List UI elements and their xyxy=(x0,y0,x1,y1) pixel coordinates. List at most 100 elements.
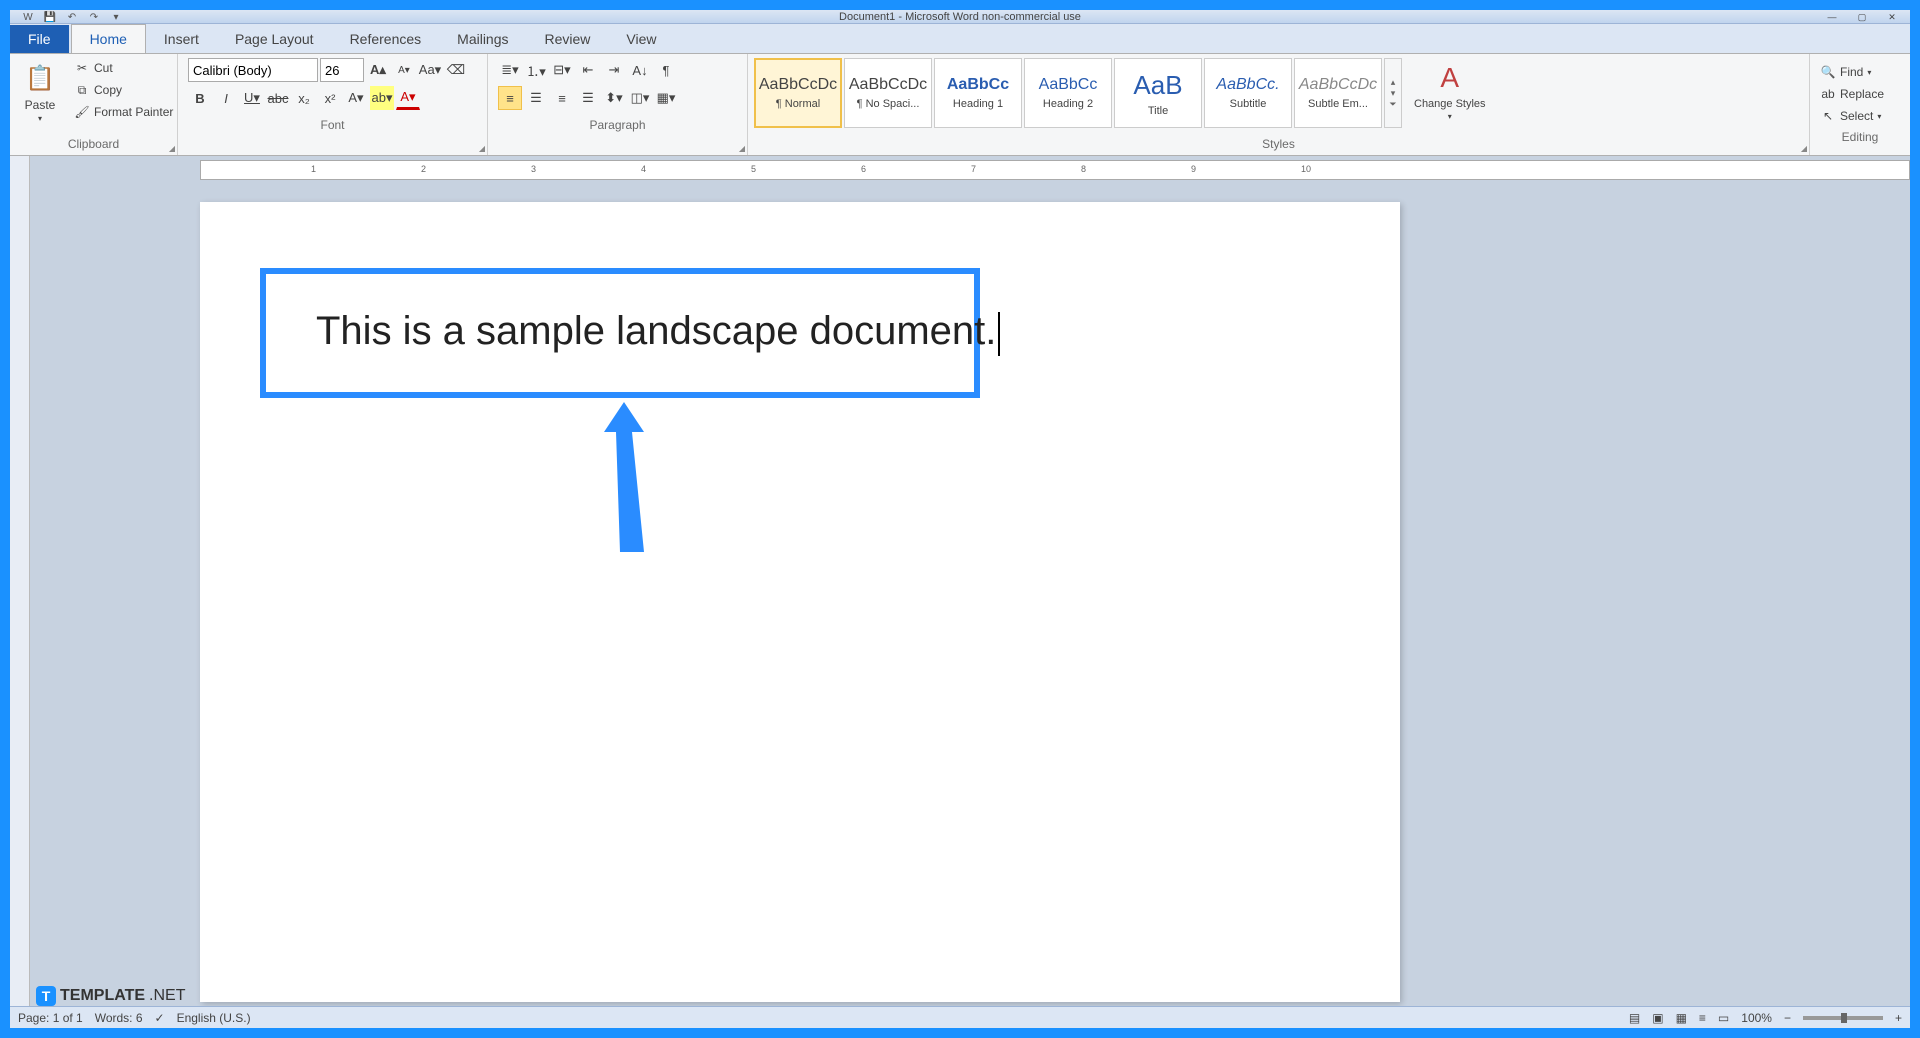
ruler-mark: 6 xyxy=(861,164,866,174)
status-proofing-icon[interactable]: ✓ xyxy=(155,1011,165,1025)
styles-gallery[interactable]: AaBbCcDc ¶ Normal AaBbCcDc ¶ No Spaci...… xyxy=(752,56,1404,130)
shrink-font-button[interactable]: A▾ xyxy=(392,58,416,82)
align-left-button[interactable]: ≡ xyxy=(498,86,522,110)
format-painter-icon: 🖌 xyxy=(74,104,90,120)
view-web-layout-icon[interactable]: ▦ xyxy=(1676,1011,1687,1025)
cut-button[interactable]: ✂ Cut xyxy=(72,58,175,78)
status-language[interactable]: English (U.S.) xyxy=(177,1011,251,1025)
decrease-indent-button[interactable]: ⇤ xyxy=(576,58,600,82)
ruler-mark: 3 xyxy=(531,164,536,174)
select-button[interactable]: ↖ Select ▾ xyxy=(1818,106,1902,126)
replace-button[interactable]: ab Replace xyxy=(1818,84,1902,104)
increase-indent-button[interactable]: ⇥ xyxy=(602,58,626,82)
italic-button[interactable]: I xyxy=(214,86,238,110)
justify-button[interactable]: ☰ xyxy=(576,86,600,110)
tab-references[interactable]: References xyxy=(332,25,440,53)
borders-button[interactable]: ▦▾ xyxy=(654,86,678,110)
text-effects-button[interactable]: A▾ xyxy=(344,86,368,110)
strikethrough-button[interactable]: abc xyxy=(266,86,290,110)
copy-button[interactable]: ⧉ Copy xyxy=(72,80,175,100)
bold-button[interactable]: B xyxy=(188,86,212,110)
maximize-button[interactable]: ▢ xyxy=(1848,10,1876,24)
paragraph-launcher-icon[interactable]: ◢ xyxy=(739,144,745,153)
shading-button[interactable]: ◫▾ xyxy=(628,86,652,110)
ruler-mark: 7 xyxy=(971,164,976,174)
status-words[interactable]: Words: 6 xyxy=(95,1011,143,1025)
tab-view[interactable]: View xyxy=(608,25,674,53)
superscript-button[interactable]: x² xyxy=(318,86,342,110)
styles-launcher-icon[interactable]: ◢ xyxy=(1801,144,1807,153)
zoom-in-button[interactable]: + xyxy=(1895,1011,1902,1025)
change-styles-label: Change Styles xyxy=(1414,98,1486,110)
style-no-spacing[interactable]: AaBbCcDc ¶ No Spaci... xyxy=(844,58,932,128)
find-button[interactable]: 🔍 Find ▾ xyxy=(1818,62,1902,82)
highlight-button[interactable]: ab▾ xyxy=(370,86,394,110)
clipboard-launcher-icon[interactable]: ◢ xyxy=(169,144,175,153)
tab-page-layout[interactable]: Page Layout xyxy=(217,25,332,53)
view-full-screen-icon[interactable]: ▣ xyxy=(1652,1011,1663,1025)
redo-icon[interactable]: ↷ xyxy=(86,10,102,24)
clipboard-group-label: Clipboard xyxy=(14,135,173,153)
tab-insert[interactable]: Insert xyxy=(146,25,217,53)
select-icon: ↖ xyxy=(1820,108,1836,124)
style-subtitle[interactable]: AaBbCc. Subtitle xyxy=(1204,58,1292,128)
minimize-button[interactable]: — xyxy=(1818,10,1846,24)
show-hide-button[interactable]: ¶ xyxy=(654,58,678,82)
zoom-level[interactable]: 100% xyxy=(1741,1011,1772,1025)
tab-review[interactable]: Review xyxy=(527,25,609,53)
view-print-layout-icon[interactable]: ▤ xyxy=(1629,1011,1640,1025)
watermark-icon: T xyxy=(36,986,56,1006)
horizontal-ruler[interactable]: 1 2 3 4 5 6 7 8 9 10 xyxy=(200,160,1910,180)
style-title[interactable]: AaB Title xyxy=(1114,58,1202,128)
qat-dropdown-icon[interactable]: ▾ xyxy=(108,10,124,24)
zoom-out-button[interactable]: − xyxy=(1784,1011,1791,1025)
align-right-button[interactable]: ≡ xyxy=(550,86,574,110)
navigation-strip[interactable] xyxy=(10,156,30,1006)
style-heading2[interactable]: AaBbCc Heading 2 xyxy=(1024,58,1112,128)
status-page[interactable]: Page: 1 of 1 xyxy=(18,1011,83,1025)
undo-icon[interactable]: ↶ xyxy=(64,10,80,24)
font-name-select[interactable] xyxy=(188,58,318,82)
grow-font-button[interactable]: A▴ xyxy=(366,58,390,82)
style-normal[interactable]: AaBbCcDc ¶ Normal xyxy=(754,58,842,128)
document-page[interactable]: This is a sample landscape document. xyxy=(200,202,1400,1002)
style-preview: AaBbCc xyxy=(1039,76,1098,94)
ribbon-tabs: File Home Insert Page Layout References … xyxy=(10,24,1910,54)
change-case-button[interactable]: Aa▾ xyxy=(418,58,442,82)
numbering-button[interactable]: ⒈▾ xyxy=(524,58,548,82)
style-heading1[interactable]: AaBbCc Heading 1 xyxy=(934,58,1022,128)
clear-formatting-button[interactable]: ⌫ xyxy=(444,58,468,82)
tab-home[interactable]: Home xyxy=(71,24,146,53)
close-button[interactable]: ✕ xyxy=(1878,10,1906,24)
watermark-suffix: .NET xyxy=(149,987,185,1005)
font-launcher-icon[interactable]: ◢ xyxy=(479,144,485,153)
tab-file[interactable]: File xyxy=(10,25,69,53)
multilevel-list-button[interactable]: ⊟▾ xyxy=(550,58,574,82)
format-painter-button[interactable]: 🖌 Format Painter xyxy=(72,102,175,122)
font-size-select[interactable] xyxy=(320,58,364,82)
sort-button[interactable]: A↓ xyxy=(628,58,652,82)
bullets-button[interactable]: ≣▾ xyxy=(498,58,522,82)
view-draft-icon[interactable]: ▭ xyxy=(1718,1011,1729,1025)
styles-more-button[interactable]: ▴ ▾ ⏷ xyxy=(1384,58,1402,128)
watermark: T TEMPLATE.NET xyxy=(36,986,185,1006)
tab-mailings[interactable]: Mailings xyxy=(439,25,526,53)
select-label: Select xyxy=(1840,109,1873,123)
font-group-label: Font xyxy=(182,116,483,134)
view-outline-icon[interactable]: ≡ xyxy=(1699,1011,1706,1025)
window-controls: — ▢ ✕ xyxy=(1818,10,1906,24)
underline-button[interactable]: U▾ xyxy=(240,86,264,110)
line-spacing-button[interactable]: ⬍▾ xyxy=(602,86,626,110)
font-color-button[interactable]: A▾ xyxy=(396,86,420,110)
zoom-slider[interactable] xyxy=(1803,1016,1883,1020)
styles-group-label: Styles xyxy=(752,135,1805,153)
style-subtle-emphasis[interactable]: AaBbCcDc Subtle Em... xyxy=(1294,58,1382,128)
editing-group-label: Editing xyxy=(1814,128,1906,146)
change-styles-button[interactable]: A Change Styles ▾ xyxy=(1406,56,1494,125)
paste-icon: 📋 xyxy=(22,60,58,96)
save-icon[interactable]: 💾 xyxy=(42,10,58,24)
align-center-button[interactable]: ☰ xyxy=(524,86,548,110)
paste-button[interactable]: 📋 Paste ▾ xyxy=(14,56,66,127)
document-text[interactable]: This is a sample landscape document. xyxy=(316,306,1000,356)
subscript-button[interactable]: x₂ xyxy=(292,86,316,110)
